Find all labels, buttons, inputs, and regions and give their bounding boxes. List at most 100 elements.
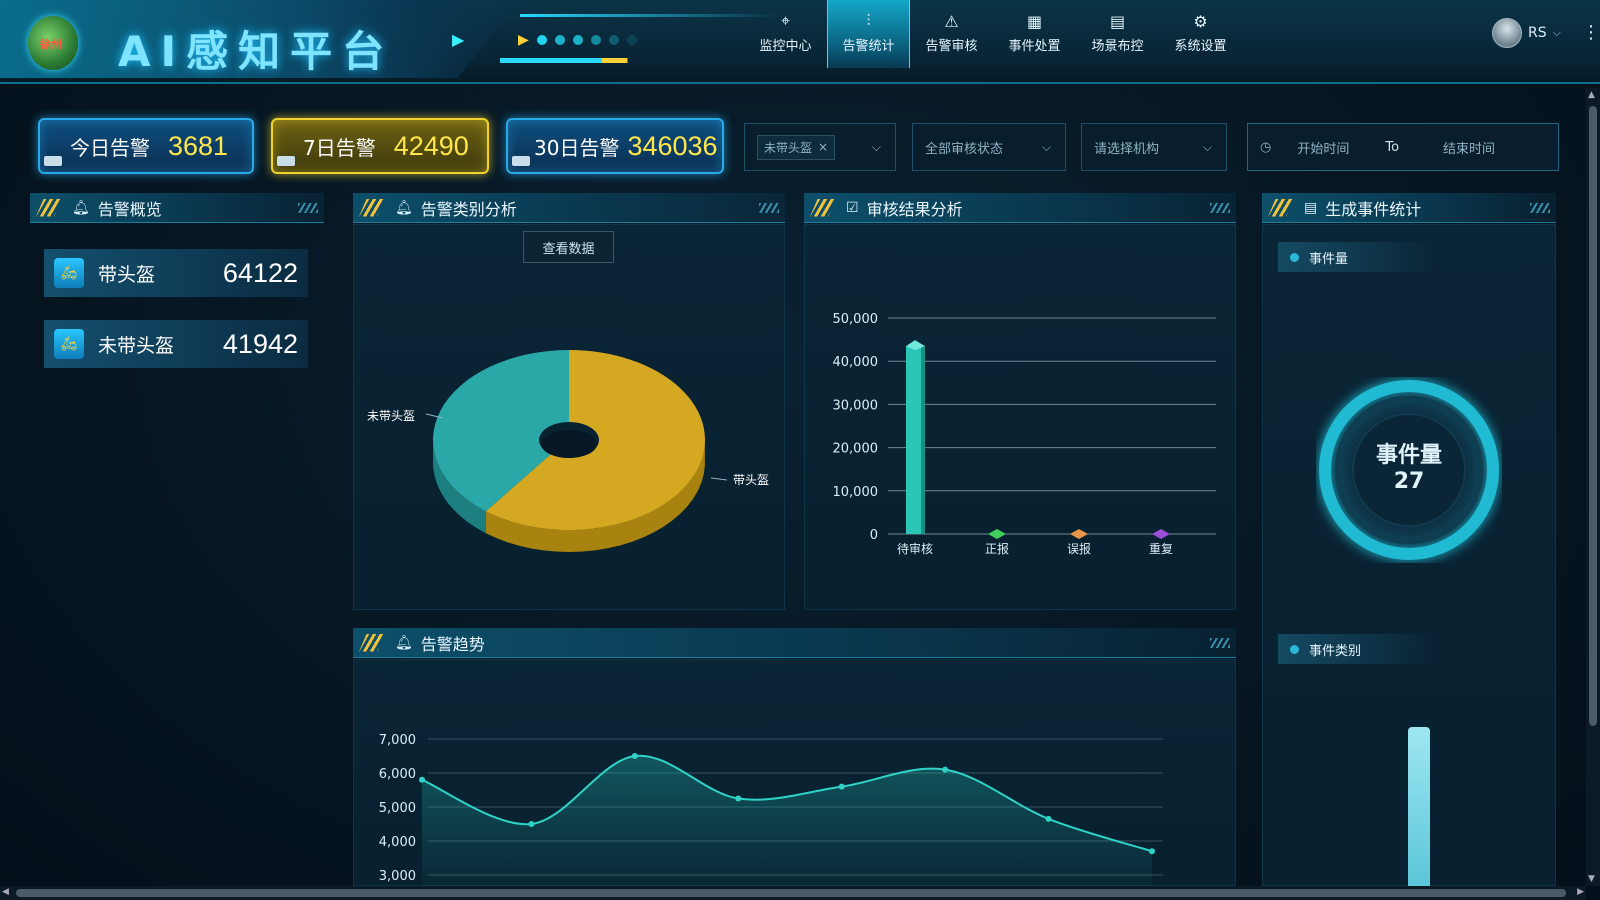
nav-monitor-center[interactable]: ⌖ 监控中心 [744,0,827,68]
org-select[interactable]: 请选择机构 ⌵ [1081,123,1227,171]
more-vertical-icon[interactable]: ⋮ [1582,22,1600,43]
nav-alarm-statistics[interactable]: ⫶ 告警统计 [827,0,910,68]
trend-point[interactable] [838,783,845,790]
stat-value: 3681 [168,130,229,161]
pie-hole [541,430,597,458]
scrollbar-thumb[interactable] [1589,106,1597,726]
truck-icon [512,156,530,166]
trend-point[interactable] [1148,848,1155,855]
truck-icon [277,156,295,166]
select-placeholder: 请选择机构 [1094,141,1160,157]
stat-value: 346036 [627,130,718,161]
y-tick-label: 4,000 [379,835,416,850]
trend-point[interactable] [735,795,742,802]
y-tick-label: 20,000 [833,442,879,457]
scrollbar-thumb[interactable] [16,889,1566,897]
bar-marker[interactable] [1070,529,1088,539]
avatar[interactable] [1492,18,1522,48]
chart-icon: ⫶ [866,11,871,30]
checkbox-icon: ☑ [846,199,859,216]
header-tail [1210,637,1230,648]
user-menu[interactable]: RS ⌵ [1492,18,1561,48]
chevron-down-icon: ⌵ [1552,26,1561,39]
nav-event-handling[interactable]: ▦ 事件处置 [993,0,1076,68]
app-title: AI感知平台 [118,27,395,76]
bar-marker[interactable] [1152,529,1170,539]
legend-label: 事件量 [1309,251,1349,267]
legend-dot [1290,252,1299,262]
selected-tag: 未带头盔 × [757,134,836,160]
view-data-button[interactable]: 查看数据 [523,231,614,263]
panel-title: 审核结果分析 [866,199,963,219]
scroll-right-icon[interactable]: ▶ [1577,887,1584,897]
tag-label: 未带头盔 [764,140,813,155]
header-stripe [36,198,62,217]
start-date-input[interactable]: 开始时间 [1297,138,1349,157]
y-tick-label: 6,000 [379,767,416,782]
date-range-picker[interactable]: ◷ 开始时间 To 结束时间 [1247,123,1559,171]
stat-card-today: 今日告警 3681 [38,118,254,174]
panel-header-trend: 🔔︎ 告警趋势 [353,628,1236,658]
close-icon[interactable]: × [818,140,828,154]
pie-leader-line [710,477,728,481]
top-header: 徐州 AI感知平台 ▶ ▶ ⌖ 监控中心 ⫶ 告警统计 ⚠ 告警审核 ▦ 事件处… [0,0,1600,84]
chevron-down-icon: ⌵ [1041,139,1051,154]
event-count-gauge: 事件量 27 [1316,377,1502,563]
nav-alarm-review[interactable]: ⚠ 告警审核 [910,0,993,68]
y-tick-label: 7,000 [379,733,416,748]
trend-point[interactable] [942,766,949,773]
trend-point[interactable] [1045,815,1052,822]
event-type-bar [1408,727,1430,887]
header-stripe [810,198,836,217]
panel-header-category: 🔔︎ 告警类别分析 [353,193,785,223]
vertical-scrollbar[interactable]: ▲ ▼ [1586,88,1600,886]
stat-card-30day: 30日告警 346036 [506,118,724,174]
scroll-down-icon[interactable]: ▼ [1588,874,1595,884]
alarm-type-select[interactable]: 未带头盔 × ⌵ [744,123,896,171]
chevron-down-icon: ⌵ [1202,139,1212,154]
header-stripe [359,633,385,652]
x-tick-label: 误报 [1067,541,1091,556]
panel-title: 告警概览 [97,199,162,219]
header-tail [759,202,779,213]
header-deco-bar [500,58,670,63]
nav-scene-deploy[interactable]: ▤ 场景布控 [1076,0,1159,68]
dot [536,35,547,45]
panel-header-review: ☑ 审核结果分析 [804,193,1236,223]
scroll-up-icon[interactable]: ▲ [1588,90,1595,100]
crosshair-icon: ⌖ [780,11,790,30]
audit-status-select[interactable]: 全部审核状态 ⌵ [912,123,1066,171]
bar-chart: 0 10,000 20,000 30,000 40,000 50,000 待审核 正报 误报 重复 [833,312,1216,556]
scroll-left-icon[interactable]: ◀ [2,887,9,897]
y-tick-label: 30,000 [833,398,879,413]
bar-marker[interactable] [988,529,1006,539]
header-tail [1530,202,1550,213]
header-deco-line [520,14,780,17]
stat-label: 今日告警 [70,135,150,160]
pie-chart: 带头盔 未带头盔 [367,350,769,552]
trend-point[interactable] [528,821,535,827]
trend-point[interactable] [419,776,425,783]
stat-value: 42490 [393,130,469,161]
horizontal-scrollbar[interactable]: ◀ ▶ [0,886,1586,900]
y-tick-label: 0 [870,528,878,543]
legend-event-count: 事件量 [1278,242,1438,272]
play-arrow-icon: ▶ [452,30,465,49]
logo-text: 徐州 [40,38,62,51]
select-value: 全部审核状态 [925,141,1004,157]
warning-icon: ⚠ [944,12,959,31]
document-icon: ▤ [1109,12,1126,31]
legend-label: 事件类别 [1309,643,1362,659]
nav-system-settings[interactable]: ⚙ 系统设置 [1159,0,1242,68]
dot [572,35,583,45]
trend-point[interactable] [631,753,638,759]
truck-icon [44,156,62,166]
chevron-down-icon: ⌵ [871,139,881,154]
nav-label: 告警审核 [925,39,978,54]
main-nav: ⌖ 监控中心 ⫶ 告警统计 ⚠ 告警审核 ▦ 事件处置 ▤ 场景布控 ⚙ 系统设… [744,0,1242,70]
panel-title: 告警趋势 [420,634,485,654]
legend-event-type: 事件类别 [1278,634,1438,664]
end-date-input[interactable]: 结束时间 [1443,138,1495,157]
dot [626,35,637,45]
gauge-label: 事件量 [1375,443,1442,468]
